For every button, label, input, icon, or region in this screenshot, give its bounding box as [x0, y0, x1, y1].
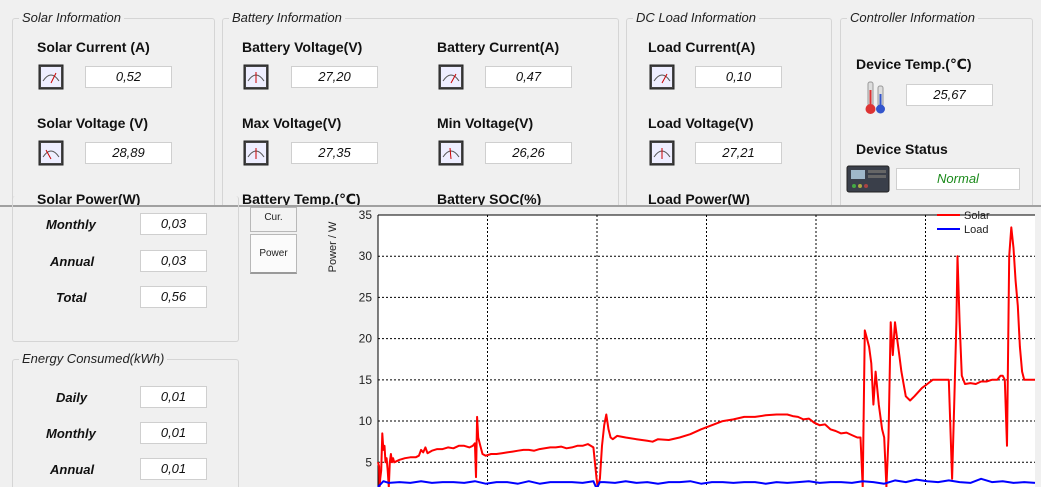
- consumed-annual-label: Annual: [50, 462, 95, 477]
- device-temp-label: Device Temp.(℃): [856, 56, 972, 72]
- battery-soc-label: Battery SOC(%): [437, 191, 542, 206]
- analog-meter-icon: [649, 64, 675, 90]
- solar-current-value: 0,52: [85, 66, 172, 88]
- battery-current-label: Battery Current(A): [437, 39, 560, 55]
- solar-voltage-value: 28,89: [85, 142, 172, 164]
- generated-annual-label: Annual: [50, 254, 95, 269]
- y-tick-label: 35: [359, 208, 373, 222]
- solar-info-title: Solar Information: [19, 10, 124, 25]
- consumed-monthly-value: 0,01: [140, 422, 207, 444]
- y-tick-label: 25: [359, 290, 373, 304]
- y-tick-label: 30: [359, 249, 373, 263]
- y-tick-label: 5: [365, 455, 372, 469]
- generated-monthly-value: 0,03: [140, 213, 207, 235]
- battery-info-title: Battery Information: [229, 10, 345, 25]
- analog-meter-icon: [438, 140, 464, 166]
- controller-info-title: Controller Information: [847, 10, 978, 25]
- analog-meter-icon: [438, 64, 464, 90]
- min-voltage-label: Min Voltage(V): [437, 115, 534, 131]
- solar-voltage-label: Solar Voltage (V): [37, 115, 148, 131]
- consumed-annual-value: 0,01: [140, 458, 207, 480]
- legend-label-load: Load: [964, 224, 988, 236]
- generated-total-value: 0,56: [140, 286, 207, 308]
- thermometer-icon: [865, 81, 885, 114]
- power-chart[interactable]: 5 10 15 20 25 30 35 Power / W Solar Load: [300, 207, 1041, 487]
- generated-monthly-label: Monthly: [46, 217, 96, 232]
- top-info-panel: Solar Information Solar Current (A) 0,52…: [0, 0, 1041, 206]
- y-tick-label: 15: [359, 373, 373, 387]
- y-tick-label: 20: [359, 332, 373, 346]
- consumed-monthly-label: Monthly: [46, 426, 96, 441]
- analog-meter-icon: [243, 140, 269, 166]
- battery-current-value: 0,47: [485, 66, 572, 88]
- app-window: Solar Information Solar Current (A) 0,52…: [0, 0, 1041, 487]
- max-voltage-label: Max Voltage(V): [242, 115, 342, 131]
- legend-label-solar: Solar: [964, 210, 990, 222]
- load-current-label: Load Current(A): [648, 39, 756, 55]
- energy-consumed-title: Energy Consumed(kWh): [19, 351, 168, 366]
- y-axis-label: Power / W: [327, 221, 339, 272]
- load-voltage-value: 27,21: [695, 142, 782, 164]
- analog-meter-icon: [243, 64, 269, 90]
- battery-voltage-label: Battery Voltage(V): [242, 39, 363, 55]
- battery-temp-label: Battery Temp.(℃): [242, 191, 361, 206]
- load-voltage-label: Load Voltage(V): [648, 115, 754, 131]
- device-temp-value: 25,67: [906, 84, 993, 106]
- solar-current-label: Solar Current (A): [37, 39, 150, 55]
- generated-total-label: Total: [56, 290, 87, 305]
- tab-current[interactable]: Cur.: [250, 207, 297, 232]
- tab-power[interactable]: Power: [250, 234, 297, 274]
- consumed-daily-value: 0,01: [140, 386, 207, 408]
- charge-controller-icon: [846, 165, 890, 193]
- battery-voltage-value: 27,20: [291, 66, 378, 88]
- analog-meter-icon: [649, 140, 675, 166]
- generated-annual-value: 0,03: [140, 250, 207, 272]
- consumed-daily-label: Daily: [56, 390, 88, 405]
- load-current-value: 0,10: [695, 66, 782, 88]
- analog-meter-icon: [38, 64, 64, 90]
- device-status-label: Device Status: [856, 141, 948, 157]
- analog-meter-icon: [38, 140, 64, 166]
- max-voltage-value: 27,35: [291, 142, 378, 164]
- load-info-title: DC Load Information: [633, 10, 759, 25]
- min-voltage-value: 26,26: [485, 142, 572, 164]
- load-power-label: Load Power(W): [648, 191, 750, 206]
- y-tick-label: 10: [359, 414, 373, 428]
- device-status-value: Normal: [896, 168, 1020, 190]
